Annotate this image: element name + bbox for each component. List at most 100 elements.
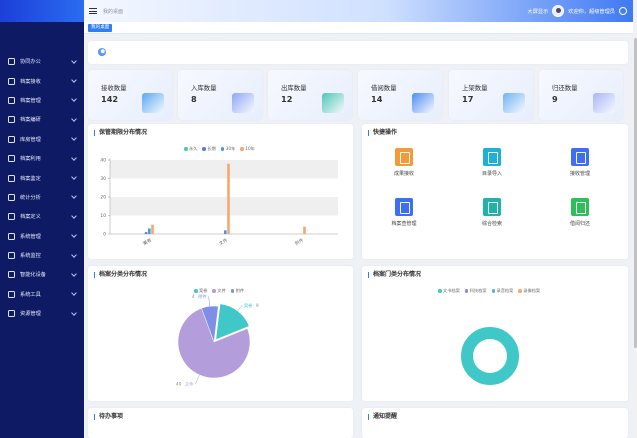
chevron-down-icon — [71, 309, 77, 316]
pie-label-value: 9 — [256, 303, 259, 308]
category-panel: 档案分类分布情况 案卷 文件 附件 案卷 9 文件 40 附件 4 — [88, 266, 353, 401]
chevron-down-icon — [71, 96, 77, 103]
stat-deco-icon — [322, 93, 344, 113]
inbox-icon — [8, 77, 15, 85]
quick-action-1[interactable]: 目录导入 — [462, 148, 522, 177]
stat-card-4[interactable]: 上架数量 17 — [449, 70, 533, 120]
bar — [227, 163, 230, 234]
sidebar-item-13[interactable]: 资源管理 — [0, 304, 84, 323]
stat-deco-icon — [142, 93, 164, 113]
quick-action-0[interactable]: 成果接收 — [374, 148, 434, 177]
resource-icon — [8, 310, 15, 318]
quick-action-2[interactable]: 接收管理 — [550, 148, 610, 177]
use-icon — [8, 155, 15, 163]
donut-ring — [461, 327, 519, 385]
sidebar-item-label: 智能化设备 — [20, 272, 46, 279]
avatar[interactable] — [552, 5, 565, 17]
edit-icon — [8, 116, 15, 124]
sidebar-item-9[interactable]: 系统管理 — [0, 227, 84, 246]
sidebar-item-6[interactable]: 档案鉴定 — [0, 168, 84, 187]
chevron-down-icon — [71, 251, 77, 258]
chevron-down-icon — [71, 116, 77, 122]
category-pie-chart: 案卷 9 文件40 附件4 — [176, 293, 259, 388]
stat-value: 17 — [462, 94, 474, 104]
chevron-down-icon — [71, 193, 77, 200]
pie-label-line — [208, 296, 211, 307]
sidebar-item-11[interactable]: 智能化设备 — [0, 265, 84, 284]
menu-toggle-icon[interactable] — [89, 8, 97, 14]
sidebar: 协同办公档案接收档案管理档案编研 库房管理档案利用档案鉴定统计分析档案定义系统管理… — [0, 0, 84, 438]
stat-value: 12 — [281, 94, 293, 104]
pie-label-name: 文件 — [185, 381, 193, 388]
globe-icon[interactable] — [619, 7, 627, 15]
sidebar-item-label: 档案鉴定 — [20, 175, 41, 182]
device-icon — [8, 271, 15, 279]
quick-action-4[interactable]: 综合检索 — [462, 198, 522, 227]
chevron-down-icon — [71, 154, 77, 161]
sidebar-item-4[interactable]: 库房管理 — [0, 130, 84, 149]
chevron-down-icon — [71, 57, 77, 64]
sidebar-item-label: 系统管理 — [20, 233, 41, 240]
stat-value: 142 — [101, 94, 119, 104]
pie-label-value: 40 — [176, 382, 182, 387]
quick-action-icon — [483, 148, 501, 166]
sidebar-nav: 协同办公档案接收档案管理档案编研 库房管理档案利用档案鉴定统计分析档案定义系统管理… — [0, 22, 84, 323]
sidebar-item-label: 档案接收 — [20, 78, 41, 85]
quick-action-label: 借阅归还 — [569, 221, 590, 227]
sidebar-item-8[interactable]: 档案定义 — [0, 207, 84, 226]
stat-label: 归还数量 — [552, 84, 578, 92]
sidebar-item-label: 档案利用 — [20, 156, 41, 163]
stat-card-2[interactable]: 出库数量 12 — [268, 70, 352, 120]
quick-action-3[interactable]: 档案查管理 — [374, 198, 434, 227]
breadcrumb: 我的桌面 — [103, 8, 124, 15]
stat-card-5[interactable]: 归还数量 9 — [539, 70, 623, 120]
system-icon — [8, 232, 15, 240]
pie-label-name: 附件 — [198, 293, 206, 300]
appraise-icon — [8, 174, 15, 182]
notice-title: 通知提醒 — [368, 414, 397, 420]
y-tick-label: 20 — [100, 195, 106, 201]
quick-action-5[interactable]: 借阅归还 — [550, 198, 610, 227]
page-scrollbar[interactable] — [633, 22, 637, 438]
sidebar-item-12[interactable]: 系统工具 — [0, 285, 84, 304]
sidebar-item-5[interactable]: 档案利用 — [0, 149, 84, 168]
welcome-card — [88, 41, 628, 64]
sidebar-item-2[interactable]: 档案管理 — [0, 91, 84, 110]
x-tick-label: 文件 — [218, 236, 230, 247]
bigscreen-link[interactable]: 大屏显示 — [528, 8, 549, 15]
quick-action-icon — [571, 198, 589, 216]
sidebar-item-7[interactable]: 统计分析 — [0, 188, 84, 207]
top-bar: 我的桌面 大屏显示 欢迎你，超级管理员 — [84, 0, 633, 22]
stat-card-0[interactable]: 接收数量 142 — [88, 70, 172, 120]
chevron-down-icon — [71, 135, 77, 142]
quick-action-label: 目录导入 — [481, 171, 502, 177]
sidebar-item-label: 档案定义 — [20, 214, 41, 221]
y-tick-label: 40 — [100, 158, 106, 164]
grid-band — [110, 197, 338, 216]
stat-deco-icon — [503, 93, 525, 113]
stat-value: 9 — [552, 94, 558, 104]
quick-action-label: 综合检索 — [481, 221, 502, 227]
sidebar-item-label: 档案管理 — [20, 97, 41, 104]
sidebar-item-0[interactable]: 协同办公 — [0, 52, 84, 71]
stat-card-1[interactable]: 入库数量 8 — [178, 70, 262, 120]
chevron-down-icon — [71, 232, 77, 239]
y-tick-label: 10 — [100, 213, 106, 219]
chevron-down-icon — [71, 271, 77, 277]
tab-bar: 我的桌面 — [84, 22, 633, 34]
stat-deco-icon — [593, 93, 615, 113]
grid-band — [110, 160, 338, 179]
stat-label: 接收数量 — [101, 84, 127, 92]
quick-action-icon — [571, 148, 589, 166]
quick-action-icon — [483, 198, 501, 216]
scrollbar-thumb[interactable] — [633, 38, 637, 348]
pie-label-value: 4 — [192, 294, 195, 299]
bar — [144, 232, 148, 234]
tab-desktop[interactable]: 我的桌面 — [88, 24, 113, 32]
stat-card-3[interactable]: 借阅数量 14 — [358, 70, 442, 120]
todo-panel: 待办事项 — [88, 408, 353, 438]
sidebar-item-1[interactable]: 档案接收 — [0, 71, 84, 90]
sidebar-item-3[interactable]: 档案编研 — [0, 110, 84, 129]
stat-deco-icon — [232, 93, 254, 113]
sidebar-item-10[interactable]: 系统监控 — [0, 246, 84, 265]
